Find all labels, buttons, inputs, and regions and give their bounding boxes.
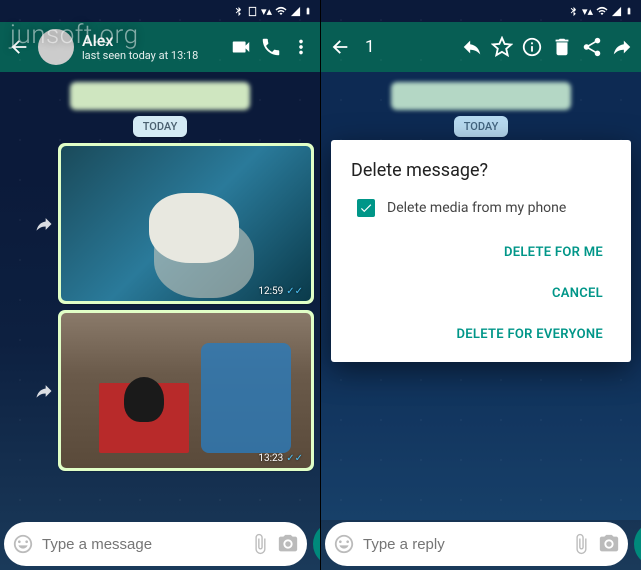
message-input-container[interactable] bbox=[4, 522, 307, 566]
nfc-icon bbox=[247, 6, 258, 17]
contact-name: Alex bbox=[82, 32, 222, 50]
bluetooth-icon bbox=[568, 6, 579, 17]
cell-icon bbox=[290, 6, 301, 17]
date-separator: TODAY bbox=[133, 116, 188, 137]
chat-screen-selection: ▾▴ 1 TODAY Delete message? Delete media … bbox=[321, 0, 641, 570]
read-receipt-icon: ✓✓ bbox=[286, 286, 303, 297]
message-input-bar bbox=[4, 522, 316, 566]
message-row: 12:59✓✓ bbox=[6, 143, 314, 304]
delete-media-checkbox-row[interactable]: Delete media from my phone bbox=[357, 199, 611, 217]
reply-button[interactable] bbox=[461, 36, 483, 58]
star-button[interactable] bbox=[491, 36, 513, 58]
contact-info[interactable]: Alex last seen today at 13:18 bbox=[82, 32, 222, 63]
forward-button[interactable] bbox=[611, 36, 633, 58]
message-input-bar bbox=[325, 522, 637, 566]
emoji-button[interactable] bbox=[12, 533, 34, 555]
message-time: 12:59 bbox=[258, 286, 283, 297]
message-meta: 13:23✓✓ bbox=[258, 453, 303, 464]
signal-icon: ▾▴ bbox=[261, 5, 272, 18]
battery-icon bbox=[304, 5, 312, 17]
wifi-icon bbox=[596, 5, 608, 17]
camera-button[interactable] bbox=[277, 533, 299, 555]
selection-appbar: 1 bbox=[321, 22, 641, 72]
wifi-icon bbox=[275, 5, 287, 17]
share-button[interactable] bbox=[581, 36, 603, 58]
emoji-button[interactable] bbox=[333, 533, 355, 555]
forward-icon[interactable] bbox=[34, 214, 54, 234]
last-seen-status: last seen today at 13:18 bbox=[82, 49, 222, 62]
contact-avatar[interactable] bbox=[38, 29, 74, 65]
checkbox-checked-icon[interactable] bbox=[357, 199, 375, 217]
mic-button[interactable] bbox=[634, 522, 641, 566]
info-button[interactable] bbox=[521, 36, 543, 58]
dialog-actions: DELETE FOR ME CANCEL DELETE FOR EVERYONE bbox=[351, 235, 611, 352]
message-meta: 12:59✓✓ bbox=[258, 286, 303, 297]
message-time: 13:23 bbox=[258, 453, 283, 464]
image-message-bubble[interactable]: 13:23✓✓ bbox=[58, 310, 314, 471]
status-bar: ▾▴ bbox=[321, 0, 641, 22]
encryption-notice bbox=[391, 82, 571, 110]
message-image-polar-bear[interactable]: 12:59✓✓ bbox=[61, 146, 311, 301]
encryption-notice bbox=[70, 82, 250, 110]
delete-for-me-button[interactable]: DELETE FOR ME bbox=[496, 235, 611, 270]
cell-icon bbox=[611, 6, 622, 17]
battery-icon bbox=[625, 5, 633, 17]
date-separator: TODAY bbox=[454, 116, 509, 137]
attach-button[interactable] bbox=[249, 533, 271, 555]
mic-button[interactable] bbox=[313, 522, 321, 566]
chat-screen-normal: ▾▴ Alex last seen today at 13:18 TODAY bbox=[0, 0, 321, 570]
signal-icon: ▾▴ bbox=[582, 5, 593, 18]
message-input[interactable] bbox=[40, 535, 243, 554]
forward-icon[interactable] bbox=[34, 381, 54, 401]
camera-button[interactable] bbox=[598, 533, 620, 555]
voice-call-button[interactable] bbox=[260, 36, 282, 58]
dialog-title: Delete message? bbox=[351, 160, 611, 181]
delete-for-everyone-button[interactable]: DELETE FOR EVERYONE bbox=[449, 317, 612, 352]
checkbox-label: Delete media from my phone bbox=[387, 200, 566, 216]
message-input-container[interactable] bbox=[325, 522, 628, 566]
back-button[interactable] bbox=[329, 36, 351, 58]
message-image-cat[interactable]: 13:23✓✓ bbox=[61, 313, 311, 468]
delete-button[interactable] bbox=[551, 36, 573, 58]
image-message-bubble[interactable]: 12:59✓✓ bbox=[58, 143, 314, 304]
message-row: 13:23✓✓ bbox=[6, 310, 314, 471]
delete-dialog: Delete message? Delete media from my pho… bbox=[331, 140, 631, 362]
back-button[interactable] bbox=[8, 36, 30, 58]
selection-count: 1 bbox=[365, 37, 453, 57]
read-receipt-icon: ✓✓ bbox=[286, 453, 303, 464]
attach-button[interactable] bbox=[570, 533, 592, 555]
status-bar: ▾▴ bbox=[0, 0, 320, 22]
more-options-button[interactable] bbox=[290, 36, 312, 58]
cancel-button[interactable]: CANCEL bbox=[544, 276, 611, 311]
message-input[interactable] bbox=[361, 535, 564, 554]
chat-messages-area[interactable]: TODAY 12:59✓✓ 13:23✓✓ bbox=[0, 72, 320, 520]
bluetooth-icon bbox=[233, 6, 244, 17]
video-call-button[interactable] bbox=[230, 36, 252, 58]
chat-appbar: Alex last seen today at 13:18 bbox=[0, 22, 320, 72]
